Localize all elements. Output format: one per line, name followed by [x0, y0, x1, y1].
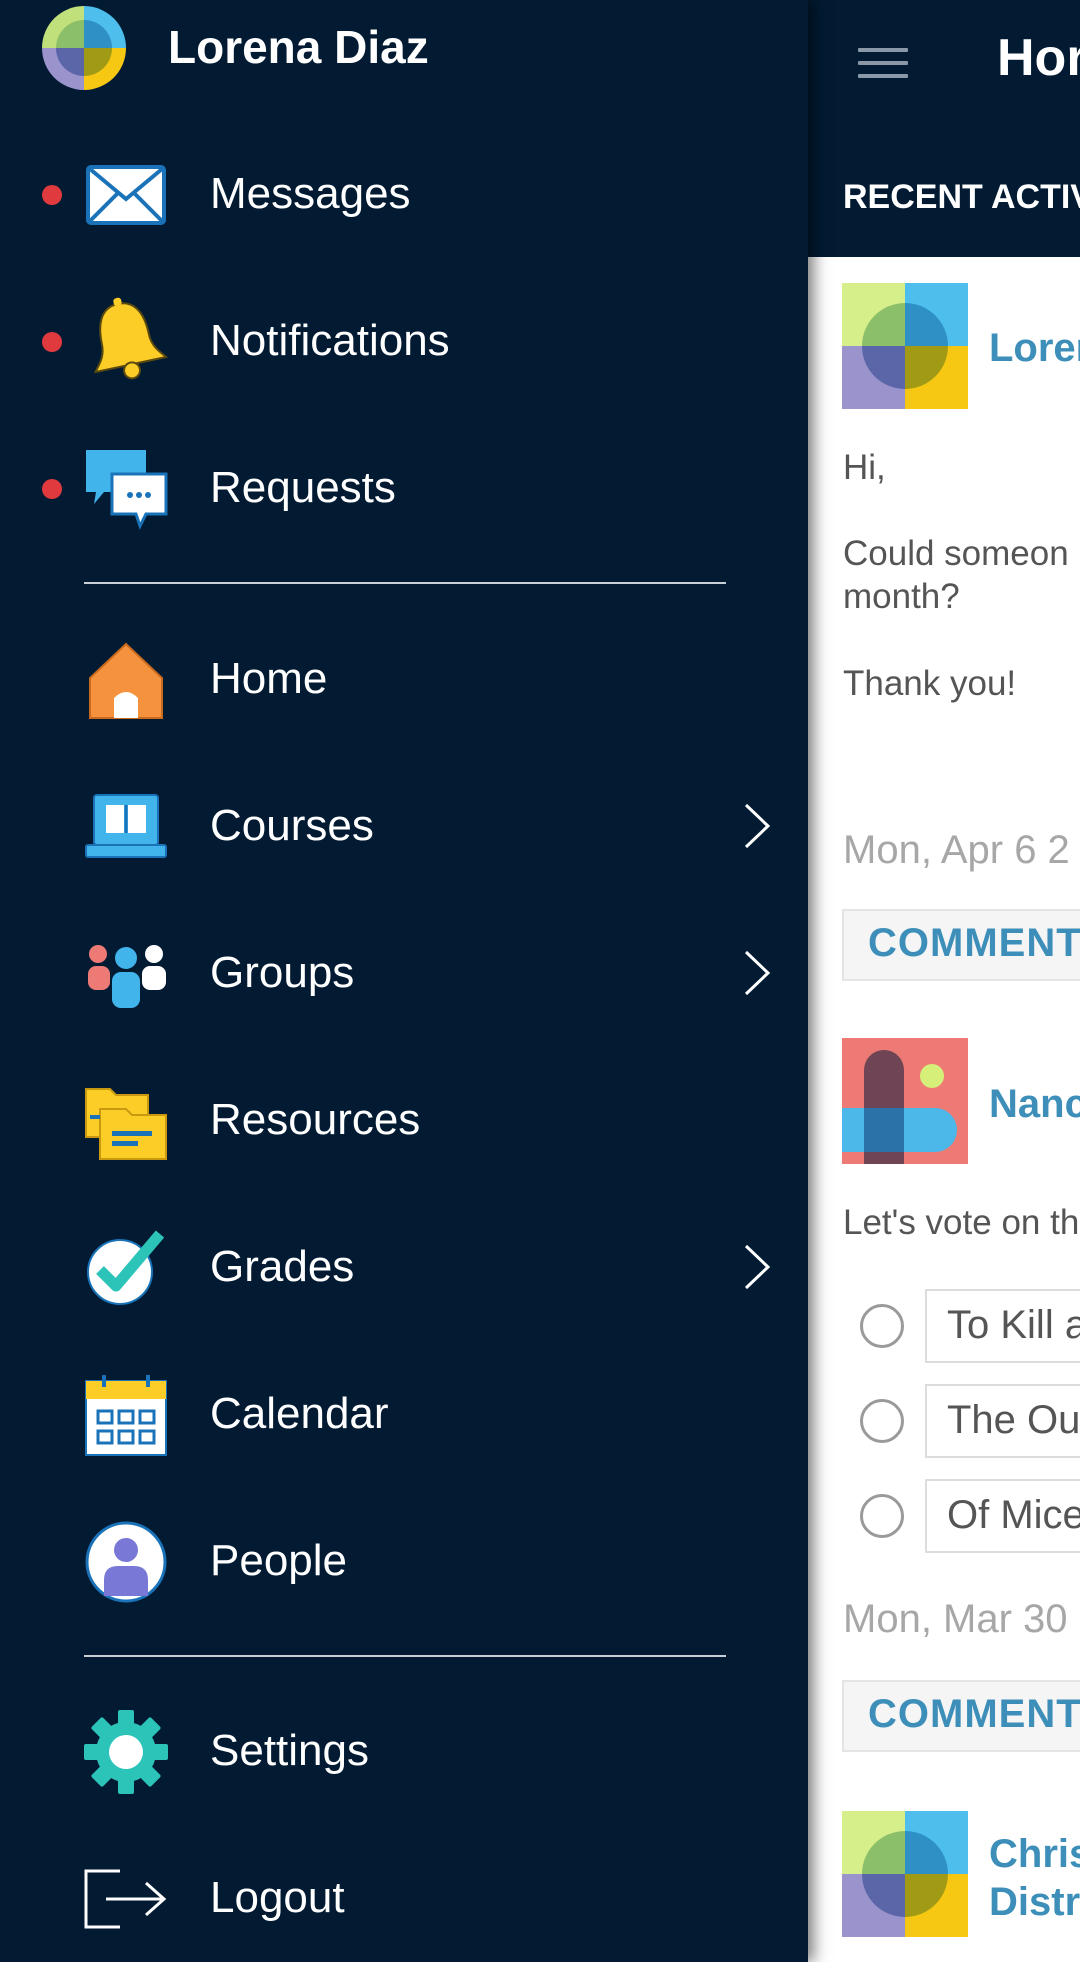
- menu-item-notifications[interactable]: Notifications: [0, 287, 808, 397]
- comment-button[interactable]: COMMENT: [842, 1680, 1080, 1752]
- comment-button-label: COMMENT: [868, 921, 1080, 965]
- menu-label: People: [210, 1536, 348, 1585]
- chevron-right-icon: [738, 948, 774, 998]
- laptop-book-icon: [84, 785, 168, 869]
- envelope-icon: [84, 153, 168, 237]
- menu-item-resources[interactable]: Resources: [0, 1066, 808, 1176]
- post-text: Could someon: [843, 534, 1069, 573]
- unread-dot: [42, 185, 62, 205]
- unread-dot: [42, 479, 62, 499]
- person-icon: [84, 1520, 168, 1604]
- menu-item-people[interactable]: People: [0, 1507, 808, 1617]
- bell-icon: [84, 297, 169, 381]
- poll-option-label: To Kill a: [947, 1303, 1080, 1347]
- house-icon: [84, 638, 168, 722]
- poll-option-label: Of Mice: [947, 1493, 1080, 1537]
- post-author-link[interactable]: Distr: [989, 1880, 1080, 1925]
- user-avatar[interactable]: [42, 6, 126, 90]
- user-name[interactable]: Lorena Diaz: [168, 20, 429, 74]
- page-title: Hor: [997, 29, 1080, 87]
- menu-label: Groups: [210, 948, 355, 997]
- chevron-right-icon: [738, 801, 774, 851]
- menu-label: Notifications: [210, 316, 450, 365]
- hamburger-menu-icon[interactable]: [858, 48, 908, 80]
- post-avatar[interactable]: [842, 283, 968, 409]
- post-text: Hi,: [843, 448, 886, 487]
- menu-item-groups[interactable]: Groups: [0, 919, 808, 1029]
- checkmark-icon: [84, 1226, 168, 1310]
- unread-dot: [42, 332, 62, 352]
- post-date: Mon, Apr 6 2: [843, 828, 1070, 872]
- menu-item-messages[interactable]: Messages: [0, 140, 808, 250]
- recent-activity-label: RECENT ACTIV: [843, 178, 1080, 216]
- post-avatar[interactable]: [842, 1038, 968, 1164]
- comment-button[interactable]: COMMENT: [842, 909, 1080, 981]
- menu-item-grades[interactable]: Grades: [0, 1213, 808, 1323]
- post-date: Mon, Mar 30: [843, 1597, 1068, 1641]
- menu-divider: [84, 582, 726, 584]
- navigation-drawer: Lorena Diaz Messages Notifications Reque…: [0, 0, 808, 1962]
- menu-label: Settings: [210, 1726, 369, 1775]
- comment-button-label: COMMENT: [868, 1692, 1080, 1736]
- post-text: Let's vote on th: [843, 1203, 1080, 1242]
- gear-icon: [84, 1710, 168, 1794]
- menu-label: Messages: [210, 169, 411, 218]
- menu-label: Resources: [210, 1095, 421, 1144]
- post-text: month?: [843, 577, 960, 616]
- menu-item-calendar[interactable]: Calendar: [0, 1360, 808, 1470]
- poll-option[interactable]: To Kill a: [925, 1289, 1080, 1363]
- menu-label: Logout: [210, 1873, 345, 1922]
- post-author-link[interactable]: Nanc: [989, 1082, 1080, 1127]
- poll-radio[interactable]: [860, 1304, 904, 1348]
- poll-option-label: The Ou: [947, 1398, 1080, 1442]
- poll-radio[interactable]: [860, 1494, 904, 1538]
- post-avatar[interactable]: [842, 1811, 968, 1937]
- logout-icon: [84, 1857, 168, 1941]
- menu-item-settings[interactable]: Settings: [0, 1697, 808, 1807]
- menu-item-requests[interactable]: Requests: [0, 434, 808, 544]
- folders-icon: [84, 1079, 168, 1163]
- menu-label: Calendar: [210, 1389, 389, 1438]
- post-text: Thank you!: [843, 664, 1017, 703]
- post-author-link[interactable]: Loren: [989, 326, 1080, 371]
- menu-item-courses[interactable]: Courses: [0, 772, 808, 882]
- menu-item-logout[interactable]: Logout: [0, 1844, 808, 1954]
- poll-option[interactable]: The Ou: [925, 1384, 1080, 1458]
- people-group-icon: [84, 932, 168, 1016]
- menu-label: Requests: [210, 463, 396, 512]
- poll-radio[interactable]: [860, 1399, 904, 1443]
- menu-divider: [84, 1655, 726, 1657]
- menu-label: Home: [210, 654, 328, 703]
- menu-label: Grades: [210, 1242, 355, 1291]
- post-author-link[interactable]: Chris: [989, 1832, 1080, 1877]
- chevron-right-icon: [738, 1242, 774, 1292]
- menu-item-home[interactable]: Home: [0, 625, 808, 735]
- poll-option[interactable]: Of Mice: [925, 1479, 1080, 1553]
- chat-bubbles-icon: [84, 448, 168, 532]
- calendar-icon: [84, 1373, 168, 1457]
- menu-label: Courses: [210, 801, 374, 850]
